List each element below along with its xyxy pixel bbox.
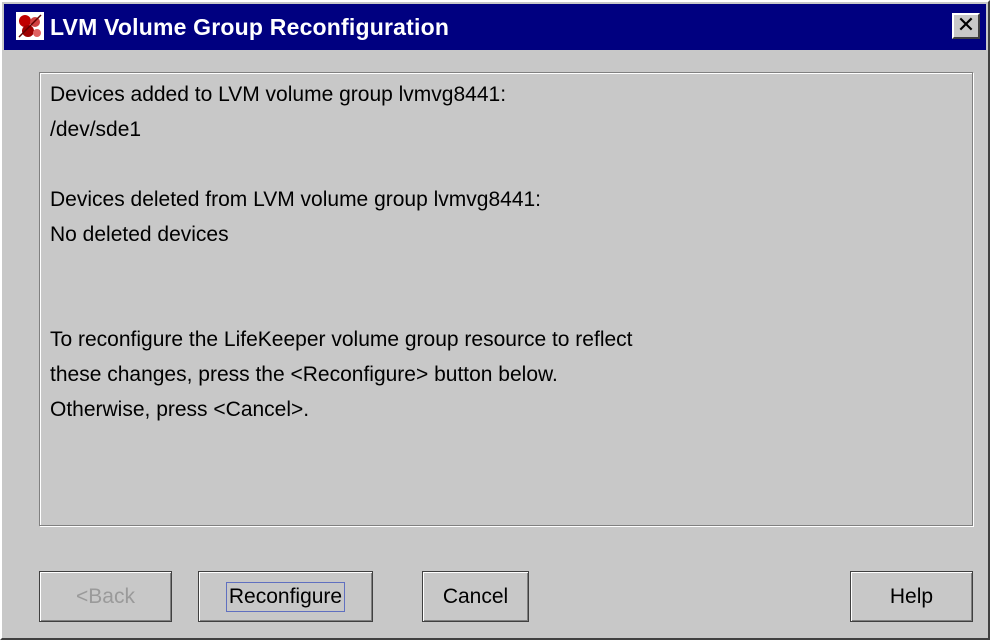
close-icon: ✕: [956, 12, 976, 37]
deleted-devices-value: No deleted devices: [50, 223, 229, 246]
dialog-window: LVM Volume Group Reconfiguration ✕ Devic…: [0, 0, 990, 640]
added-devices-value: /dev/sde1: [50, 118, 142, 141]
lifekeeper-app-icon: [16, 12, 44, 40]
cancel-button-label: Cancel: [442, 584, 509, 608]
added-devices-heading: Devices added to LVM volume group lvmvg8…: [50, 83, 507, 106]
instruction-line-3: Otherwise, press <Cancel>.: [50, 398, 310, 421]
close-button[interactable]: ✕: [952, 13, 980, 39]
cancel-button[interactable]: Cancel: [422, 571, 529, 622]
help-button-label: Help: [889, 584, 934, 608]
message-panel: Devices added to LVM volume group lvmvg8…: [39, 72, 973, 526]
instruction-line-1: To reconfigure the LifeKeeper volume gro…: [50, 328, 633, 351]
window-title: LVM Volume Group Reconfiguration: [50, 14, 450, 40]
back-button[interactable]: <Back: [39, 571, 172, 622]
reconfigure-button-label: Reconfigure: [225, 581, 346, 612]
help-button[interactable]: Help: [850, 571, 973, 622]
deleted-devices-heading: Devices deleted from LVM volume group lv…: [50, 188, 542, 211]
reconfigure-button[interactable]: Reconfigure: [198, 571, 373, 622]
back-button-label: <Back: [76, 584, 135, 608]
instruction-line-2: these changes, press the <Reconfigure> b…: [50, 363, 558, 386]
title-bar[interactable]: LVM Volume Group Reconfiguration ✕: [4, 4, 986, 50]
